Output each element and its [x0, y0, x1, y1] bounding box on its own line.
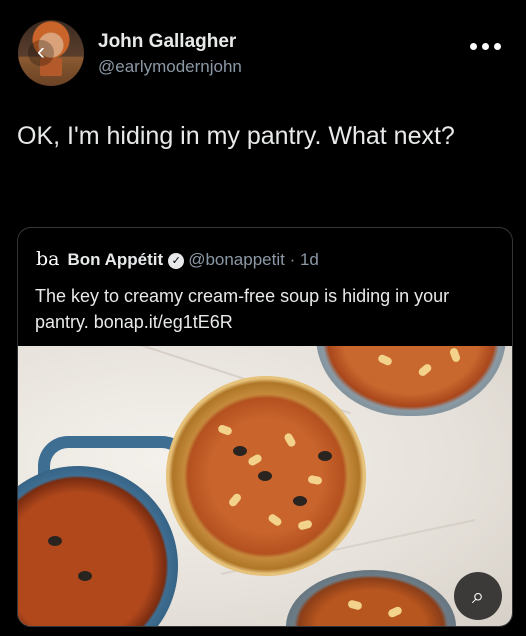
tweet-text: OK, I'm hiding in my pantry. What next?	[17, 122, 455, 150]
kale-leaf	[258, 471, 272, 481]
author-name[interactable]: John Gallagher	[98, 31, 236, 53]
soup-bowl-top-right	[316, 346, 506, 416]
more-dot	[494, 43, 501, 50]
quoted-avatar-logo[interactable]: ba	[36, 248, 60, 270]
quoted-header: ba Bon Appétit ✓ @bonappetit · 1d	[36, 248, 319, 272]
soup-bowl-bottom-right	[286, 570, 456, 626]
back-arrow-icon[interactable]: ‹	[28, 40, 54, 66]
more-dot	[482, 43, 489, 50]
more-dot	[470, 43, 477, 50]
kale-leaf	[318, 451, 332, 461]
verified-badge-icon: ✓	[168, 253, 185, 269]
visual-search-icon[interactable]: ⌕	[454, 572, 502, 620]
avatar[interactable]: ‹	[18, 20, 84, 86]
quoted-handle-time: @bonappetit · 1d	[188, 250, 319, 269]
quoted-tweet[interactable]: ba Bon Appétit ✓ @bonappetit · 1d The key t…	[17, 227, 513, 627]
quoted-author-name[interactable]: Bon Appétit	[68, 250, 164, 269]
quoted-media-image[interactable]: ⌕	[18, 346, 512, 626]
kale-leaf	[78, 571, 92, 581]
tweet-header: ‹ John Gallagher @earlymodernjohn	[0, 0, 526, 100]
more-options-icon[interactable]	[468, 36, 504, 56]
quoted-text: The key to creamy cream-free soup is hid…	[35, 286, 450, 332]
kale-leaf	[293, 496, 307, 506]
kale-leaf	[48, 536, 62, 546]
author-handle[interactable]: @earlymodernjohn	[98, 57, 242, 77]
kale-leaf	[233, 446, 247, 456]
